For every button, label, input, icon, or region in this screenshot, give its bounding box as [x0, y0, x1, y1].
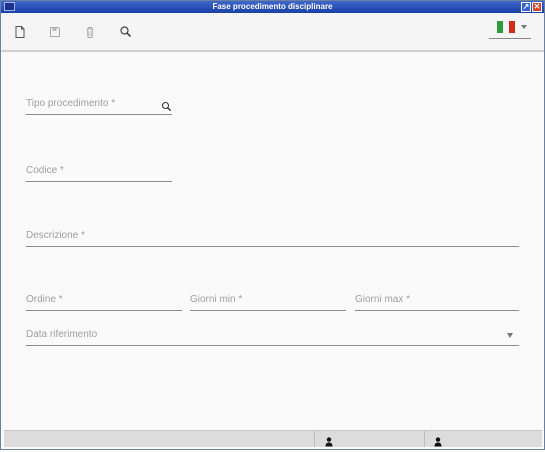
user-icon — [325, 434, 333, 447]
descrizione-field[interactable]: Descrizione * — [26, 230, 519, 247]
data-riferimento-select[interactable]: Data riferimento — [26, 329, 519, 346]
search-icon[interactable] — [161, 99, 172, 117]
giorni-max-field[interactable]: Giorni max * — [355, 294, 519, 311]
chevron-down-icon — [521, 25, 527, 29]
descrizione-label: Descrizione * — [26, 230, 85, 241]
window-title: Fase procedimento disciplinare — [212, 2, 333, 11]
giorni-min-label: Giorni min * — [190, 294, 243, 305]
trash-icon[interactable] — [83, 25, 97, 39]
ordine-field[interactable]: Ordine * — [26, 294, 182, 311]
search-icon[interactable] — [119, 25, 133, 39]
italy-flag-icon — [497, 21, 515, 33]
app-window: Fase procedimento disciplinare ↗ ✕ Tipo … — [0, 0, 545, 450]
tipo-procedimento-label: Tipo procedimento * — [26, 98, 116, 109]
tipo-procedimento-field[interactable]: Tipo procedimento * — [26, 98, 172, 115]
codice-label: Codice * — [26, 165, 64, 176]
giorni-min-field[interactable]: Giorni min * — [190, 294, 346, 311]
status-bar — [4, 430, 542, 447]
app-icon — [4, 2, 15, 11]
status-cell — [424, 431, 425, 447]
new-document-icon[interactable] — [13, 25, 27, 39]
ordine-label: Ordine * — [26, 294, 63, 305]
toolbar — [1, 13, 544, 52]
language-selector[interactable] — [489, 19, 531, 39]
giorni-max-label: Giorni max * — [355, 294, 411, 305]
save-icon[interactable] — [48, 25, 62, 39]
data-riferimento-label: Data riferimento — [26, 329, 98, 340]
restore-button[interactable]: ↗ — [521, 2, 531, 12]
status-cell — [314, 431, 315, 447]
codice-field[interactable]: Codice * — [26, 165, 172, 182]
chevron-down-icon — [507, 333, 513, 338]
title-bar: Fase procedimento disciplinare ↗ ✕ — [1, 1, 544, 13]
user-icon — [434, 434, 442, 447]
close-button[interactable]: ✕ — [532, 2, 542, 12]
